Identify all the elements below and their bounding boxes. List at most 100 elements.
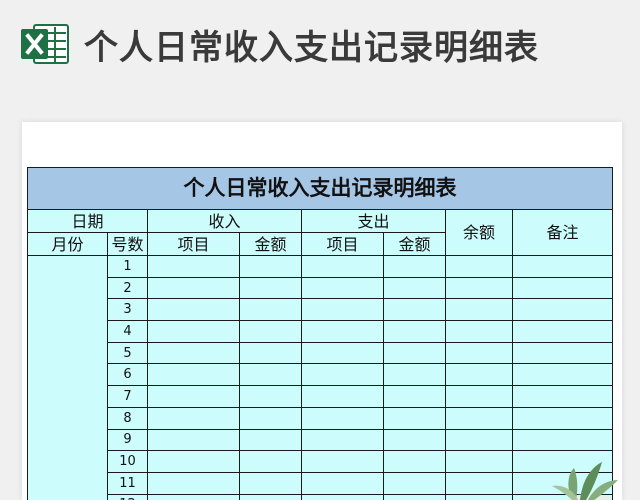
expense-item-cell[interactable] bbox=[301, 341, 384, 365]
expense-item-cell[interactable] bbox=[301, 406, 384, 430]
note-cell[interactable] bbox=[512, 320, 613, 343]
expense-amount-cell[interactable] bbox=[383, 341, 446, 365]
expense-amount-cell[interactable] bbox=[383, 255, 446, 278]
page-header: 个人日常收入支出记录明细表 bbox=[0, 0, 640, 100]
table-row: 1 bbox=[27, 254, 613, 500]
note-cell[interactable] bbox=[512, 298, 613, 322]
note-cell[interactable] bbox=[512, 385, 613, 408]
excel-icon bbox=[20, 22, 70, 66]
table-row: 10 bbox=[28, 450, 613, 473]
expense-header: 支出 bbox=[301, 209, 446, 233]
table-row: 8 bbox=[28, 406, 613, 430]
day-number-cell: 4 bbox=[107, 320, 148, 343]
note-cell[interactable] bbox=[512, 276, 613, 300]
day-number-cell: 8 bbox=[107, 406, 148, 430]
note-cell[interactable] bbox=[512, 363, 613, 387]
income-amount-header: 金额 bbox=[239, 232, 302, 256]
expense-item-cell[interactable] bbox=[301, 298, 384, 322]
income-item-cell[interactable] bbox=[147, 341, 240, 365]
balance-cell[interactable] bbox=[445, 298, 513, 322]
table-row: 2 bbox=[28, 276, 613, 300]
table-row: 5 bbox=[28, 341, 613, 365]
income-item-cell[interactable] bbox=[147, 363, 240, 387]
expense-amount-cell[interactable] bbox=[383, 406, 446, 430]
income-amount-cell[interactable] bbox=[239, 341, 302, 365]
expense-item-cell[interactable] bbox=[301, 276, 384, 300]
balance-cell[interactable] bbox=[445, 320, 513, 343]
expense-amount-cell[interactable] bbox=[383, 363, 446, 387]
expense-item-cell[interactable] bbox=[301, 255, 384, 278]
day-number-cell: 9 bbox=[107, 428, 148, 452]
month-cell[interactable] bbox=[27, 254, 108, 500]
income-item-cell[interactable] bbox=[147, 471, 240, 495]
balance-cell[interactable] bbox=[445, 341, 513, 365]
day-number-cell: 12 bbox=[107, 493, 148, 500]
income-item-cell[interactable] bbox=[147, 276, 240, 300]
note-cell[interactable] bbox=[512, 341, 613, 365]
expense-amount-cell[interactable] bbox=[383, 298, 446, 322]
plant-decoration bbox=[552, 462, 618, 500]
day-number-cell: 10 bbox=[107, 450, 148, 473]
income-amount-cell[interactable] bbox=[239, 363, 302, 387]
table-row: 7 bbox=[28, 385, 613, 408]
sheet-title: 个人日常收入支出记录明细表 bbox=[27, 167, 613, 210]
balance-cell[interactable] bbox=[445, 450, 513, 473]
table-row: 11 bbox=[28, 471, 613, 495]
expense-amount-cell[interactable] bbox=[383, 471, 446, 495]
income-item-cell[interactable] bbox=[147, 385, 240, 408]
balance-cell[interactable] bbox=[445, 471, 513, 495]
balance-cell[interactable] bbox=[445, 406, 513, 430]
day-number-header: 号数 bbox=[107, 232, 148, 256]
balance-cell[interactable] bbox=[445, 255, 513, 278]
income-amount-cell[interactable] bbox=[239, 320, 302, 343]
income-amount-cell[interactable] bbox=[239, 385, 302, 408]
income-item-header: 项目 bbox=[147, 232, 240, 256]
expense-amount-cell[interactable] bbox=[383, 320, 446, 343]
income-amount-cell[interactable] bbox=[239, 471, 302, 495]
income-item-cell[interactable] bbox=[147, 493, 240, 500]
income-item-cell[interactable] bbox=[147, 406, 240, 430]
expense-amount-cell[interactable] bbox=[383, 276, 446, 300]
expense-item-cell[interactable] bbox=[301, 428, 384, 452]
income-item-cell[interactable] bbox=[147, 450, 240, 473]
income-amount-cell[interactable] bbox=[239, 255, 302, 278]
income-item-cell[interactable] bbox=[147, 298, 240, 322]
balance-cell[interactable] bbox=[445, 493, 513, 500]
expense-amount-cell[interactable] bbox=[383, 493, 446, 500]
table-row: 3 bbox=[28, 298, 613, 322]
expense-item-cell[interactable] bbox=[301, 493, 384, 500]
income-amount-cell[interactable] bbox=[239, 428, 302, 452]
income-amount-cell[interactable] bbox=[239, 493, 302, 500]
income-amount-cell[interactable] bbox=[239, 298, 302, 322]
balance-cell[interactable] bbox=[445, 276, 513, 300]
day-number-cell: 7 bbox=[107, 385, 148, 408]
income-amount-cell[interactable] bbox=[239, 406, 302, 430]
table-row: 12 bbox=[28, 493, 613, 500]
expense-item-cell[interactable] bbox=[301, 471, 384, 495]
expense-amount-cell[interactable] bbox=[383, 450, 446, 473]
day-number-cell: 2 bbox=[107, 276, 148, 300]
expense-amount-cell[interactable] bbox=[383, 428, 446, 452]
expense-item-cell[interactable] bbox=[301, 385, 384, 408]
balance-cell[interactable] bbox=[445, 385, 513, 408]
table-row: 6 bbox=[28, 363, 613, 387]
note-cell[interactable] bbox=[512, 255, 613, 278]
expense-amount-header: 金额 bbox=[383, 232, 446, 256]
note-cell[interactable] bbox=[512, 406, 613, 430]
income-amount-cell[interactable] bbox=[239, 276, 302, 300]
income-amount-cell[interactable] bbox=[239, 450, 302, 473]
income-item-cell[interactable] bbox=[147, 255, 240, 278]
balance-cell[interactable] bbox=[445, 363, 513, 387]
income-item-cell[interactable] bbox=[147, 320, 240, 343]
expense-amount-cell[interactable] bbox=[383, 385, 446, 408]
expense-item-cell[interactable] bbox=[301, 450, 384, 473]
expense-item-cell[interactable] bbox=[301, 320, 384, 343]
income-item-cell[interactable] bbox=[147, 428, 240, 452]
income-header: 收入 bbox=[147, 209, 302, 233]
day-number-cell: 11 bbox=[107, 471, 148, 495]
expense-item-cell[interactable] bbox=[301, 363, 384, 387]
day-number-cell: 3 bbox=[107, 298, 148, 322]
spreadsheet-preview: 个人日常收入支出记录明细表 日期 收入 支出 余额 备注 月份 号数 项目 金额… bbox=[22, 122, 622, 500]
balance-cell[interactable] bbox=[445, 428, 513, 452]
ledger-table: 个人日常收入支出记录明细表 日期 收入 支出 余额 备注 月份 号数 项目 金额… bbox=[27, 167, 613, 500]
